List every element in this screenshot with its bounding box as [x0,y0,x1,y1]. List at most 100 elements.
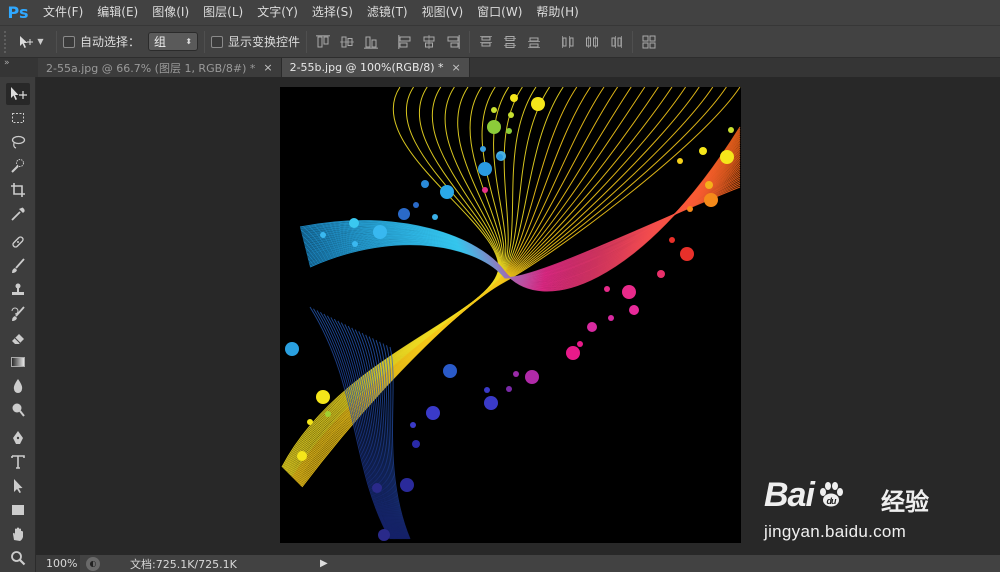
rectangle-tool[interactable] [6,499,30,521]
zoom-tool[interactable] [6,547,30,569]
decorative-dot [440,185,454,199]
distribute-bottom-button[interactable] [524,32,544,52]
menu-filter[interactable]: 滤镜(T) [360,0,415,25]
close-icon[interactable]: × [452,61,461,74]
panel-collapse-icon[interactable]: » [0,58,38,77]
decorative-dot [687,206,693,212]
menu-image[interactable]: 图像(I) [145,0,196,25]
distribute-right-button[interactable] [606,32,626,52]
close-icon[interactable]: × [263,61,272,74]
type-icon [11,455,25,469]
menu-edit[interactable]: 编辑(E) [90,0,145,25]
tab-2-55b[interactable]: 2-55b.jpg @ 100%(RGB/8) * × [281,58,470,77]
decorative-dot [398,208,410,220]
distribute-vcenter-button[interactable] [500,32,520,52]
lasso-tool[interactable] [6,131,30,153]
watermark-brand: Bai [764,476,815,514]
align-vcenter-button[interactable] [337,32,357,52]
brush-tool[interactable] [6,255,30,277]
status-menu-arrow-icon[interactable]: ▶ [320,558,328,569]
align-bottom-button[interactable] [361,32,381,52]
color-wave-line [303,146,741,285]
align-top-button[interactable] [313,32,333,52]
distribute-left-button[interactable] [558,32,578,52]
align-horizontal-center-icon [423,34,435,49]
quick-selection-icon [11,159,24,173]
zoom-level-field[interactable]: 100% [36,555,80,572]
zoom-icon [11,551,26,566]
paw-icon: du [816,480,846,510]
move-tool-icon [11,87,27,100]
auto-select-label: 自动选择： [80,35,141,49]
decorative-dot [478,162,492,176]
decorative-dot [400,478,414,492]
eyedropper-tool[interactable] [6,203,30,225]
decorative-dot [510,94,518,102]
history-brush-tool[interactable] [6,303,30,325]
decorative-dot [421,180,429,188]
options-bar-grip[interactable] [4,30,12,53]
yellow-wave-line [295,87,646,482]
decorative-dot [413,202,419,208]
gradient-tool[interactable] [6,351,30,373]
status-info-icon[interactable]: ◐ [86,556,100,571]
chevron-down-icon: ▼ [37,37,44,46]
crop-tool[interactable] [6,179,30,201]
menu-view[interactable]: 视图(V) [415,0,471,25]
auto-align-icon [642,35,656,48]
decorative-dot [587,322,597,332]
decorative-dot [704,193,718,207]
auto-select-checkbox[interactable] [63,35,75,48]
menu-help[interactable]: 帮助(H) [529,0,585,25]
pen-tool[interactable] [6,427,30,449]
baidu-jingyan-watermark: Bai du 经验 jingyan.baidu.com [764,460,944,552]
eraser-tool[interactable] [6,327,30,349]
auto-select-dropdown[interactable]: 组 ⬍ [148,32,199,51]
align-hcenter-button[interactable] [419,32,439,52]
options-bar: ▼ 自动选择： 组 ⬍ 显示变换控件 [0,25,1000,58]
align-bottom-icon [364,36,379,49]
yellow-wave-line [296,87,659,483]
menu-window[interactable]: 窗口(W) [470,0,529,25]
menu-layer[interactable]: 图层(L) [196,0,250,25]
distribute-top-button[interactable] [476,32,496,52]
decorative-dot [720,150,734,164]
divider [56,30,57,53]
photoshop-logo: Ps [7,3,29,22]
decorative-dot [480,146,486,152]
align-right-button[interactable] [443,32,463,52]
menu-file[interactable]: 文件(F) [36,0,90,25]
show-transform-checkbox[interactable] [211,35,224,48]
distribute-hcenter-button[interactable] [582,32,602,52]
marquee-tool[interactable] [6,107,30,129]
tab-2-55a[interactable]: 2-55a.jpg @ 66.7% (图层 1, RGB/8#) * × [38,58,282,77]
distribute-top-icon [480,35,493,46]
tab-label: 2-55b.jpg @ 100%(RGB/8) * [289,61,444,74]
color-wave-line [303,148,741,284]
hand-tool[interactable] [6,523,30,545]
decorative-dot [705,181,713,189]
menu-select[interactable]: 选择(S) [305,0,360,25]
decorative-dot [677,158,683,164]
decorative-dot [432,214,438,220]
blur-tool[interactable] [6,375,30,397]
tool-preset-picker[interactable]: ▼ [12,30,50,54]
align-left-button[interactable] [395,32,415,52]
dodge-tool[interactable] [6,399,30,421]
quick-selection-tool[interactable] [6,155,30,177]
menu-type[interactable]: 文字(Y) [250,0,305,25]
path-selection-tool[interactable] [6,475,30,497]
clone-stamp-tool[interactable] [6,279,30,301]
crop-icon [11,183,25,197]
decorative-dot [320,232,326,238]
healing-brush-tool[interactable] [6,231,30,253]
type-tool[interactable] [6,451,30,473]
move-tool[interactable] [6,83,30,105]
abstract-wave-artwork [281,87,741,541]
auto-align-layers-button[interactable] [639,32,659,52]
decorative-dot [699,147,707,155]
color-wave-line [305,159,741,281]
decorative-dot [657,270,665,278]
document-canvas[interactable] [280,87,741,543]
distribute-buttons [476,32,626,52]
